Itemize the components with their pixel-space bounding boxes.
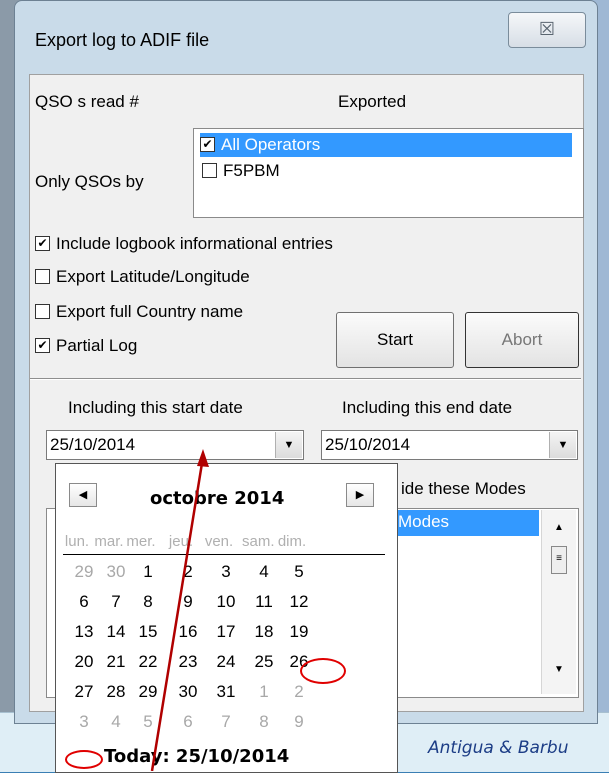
calendar-day[interactable]: 9 <box>173 592 203 612</box>
calendar-day[interactable]: 22 <box>133 652 163 672</box>
start-date-label: Including this start date <box>68 398 243 417</box>
checkbox[interactable] <box>35 269 50 285</box>
calendar-day[interactable]: 2 <box>173 562 203 582</box>
calendar-day[interactable]: 28 <box>101 682 131 702</box>
weekday-label: ven. <box>204 533 234 550</box>
calendar-day[interactable]: 8 <box>249 712 279 732</box>
calendar-day[interactable]: 10 <box>211 592 241 612</box>
operator-checkbox[interactable] <box>202 163 217 179</box>
calendar-day[interactable]: 17 <box>211 622 241 642</box>
end-date-value: 25/10/2014 <box>325 435 411 454</box>
calendar-day[interactable]: 1 <box>249 682 279 702</box>
chevron-down-icon[interactable]: ▼ <box>549 432 576 458</box>
scroll-up-icon[interactable]: ▲ <box>554 522 564 533</box>
dialog-title: Export log to ADIF file <box>35 30 210 50</box>
option-partial-log[interactable]: ✔ Partial Log <box>35 336 137 356</box>
calendar-day[interactable]: 7 <box>211 712 241 732</box>
chevron-down-icon[interactable]: ▼ <box>275 432 302 458</box>
checkbox[interactable]: ✔ <box>35 236 50 252</box>
next-month-button[interactable]: ▶ <box>346 483 374 507</box>
calendar-day[interactable]: 5 <box>284 562 314 582</box>
weekday-divider <box>63 554 385 555</box>
calendar-day[interactable]: 31 <box>211 682 241 702</box>
operators-list[interactable]: ✔ All Operators F5PBM <box>193 128 584 218</box>
option-label: Partial Log <box>56 336 138 355</box>
selected-day-marker <box>300 658 346 684</box>
close-button[interactable]: ☒ <box>508 12 586 48</box>
qso-read-label: QSO s read # <box>35 92 139 111</box>
calendar-day[interactable]: 1 <box>133 562 163 582</box>
calendar-day[interactable]: 18 <box>249 622 279 642</box>
checkbox[interactable]: ✔ <box>35 338 50 354</box>
calendar-day[interactable]: 5 <box>133 712 163 732</box>
abort-button[interactable]: Abort <box>465 312 579 368</box>
calendar-day[interactable]: 12 <box>284 592 314 612</box>
weekday-label: sam. <box>242 533 275 550</box>
calendar-day[interactable]: 13 <box>69 622 99 642</box>
today-marker <box>65 750 103 769</box>
modes-selected-label: Modes <box>398 512 450 531</box>
calendar-day[interactable]: 30 <box>101 562 131 582</box>
calendar-day[interactable]: 11 <box>249 592 279 612</box>
calendar-day[interactable]: 6 <box>173 712 203 732</box>
option-include-informational[interactable]: ✔ Include logbook informational entries <box>35 234 333 254</box>
modes-scrollbar[interactable]: ▲ ≡ ▼ <box>541 510 576 694</box>
prev-month-button[interactable]: ◀ <box>69 483 97 507</box>
option-export-country-name[interactable]: Export full Country name <box>35 302 243 322</box>
end-date-picker[interactable]: 25/10/2014 ▼ <box>321 430 578 460</box>
calendar-month-title: octobre 2014 <box>150 488 285 509</box>
calendar-day[interactable]: 29 <box>133 682 163 702</box>
weekday-label: jeu. <box>168 533 194 550</box>
calendar-day[interactable]: 24 <box>211 652 241 672</box>
weekday-label: lun. <box>64 533 90 550</box>
calendar-day[interactable]: 29 <box>69 562 99 582</box>
calendar-day[interactable]: 7 <box>101 592 131 612</box>
start-date-value: 25/10/2014 <box>50 435 136 454</box>
option-export-latlon[interactable]: Export Latitude/Longitude <box>35 267 250 287</box>
weekday-label: mer. <box>126 533 156 550</box>
modes-label: ide these Modes <box>401 479 526 498</box>
calendar-day[interactable]: 4 <box>101 712 131 732</box>
operator-label: F5PBM <box>223 161 280 180</box>
calendar-day[interactable]: 8 <box>133 592 163 612</box>
scroll-down-icon[interactable]: ▼ <box>554 664 564 675</box>
weekday-label: dim. <box>277 533 307 550</box>
calendar-day[interactable]: 9 <box>284 712 314 732</box>
background-country-text: Antigua & Barbu <box>428 738 569 758</box>
calendar-day[interactable]: 27 <box>69 682 99 702</box>
calendar-day[interactable]: 3 <box>211 562 241 582</box>
weekday-label: mar. <box>94 533 124 550</box>
calendar-day[interactable]: 15 <box>133 622 163 642</box>
today-link[interactable]: Today: 25/10/2014 <box>104 746 289 767</box>
calendar-day[interactable]: 4 <box>249 562 279 582</box>
calendar-day[interactable]: 21 <box>101 652 131 672</box>
checkbox[interactable] <box>35 304 50 320</box>
calendar-day[interactable]: 19 <box>284 622 314 642</box>
calendar-day[interactable]: 14 <box>101 622 131 642</box>
separator <box>30 378 581 380</box>
option-label: Export Latitude/Longitude <box>56 267 250 286</box>
calendar-day[interactable]: 3 <box>69 712 99 732</box>
calendar-day[interactable]: 23 <box>173 652 203 672</box>
operator-label: All Operators <box>221 135 321 154</box>
calendar-day[interactable]: 25 <box>249 652 279 672</box>
exported-label: Exported <box>338 92 407 111</box>
end-date-label: Including this end date <box>342 398 513 417</box>
scroll-thumb[interactable]: ≡ <box>551 546 567 574</box>
calendar-day[interactable]: 6 <box>69 592 99 612</box>
only-qsos-by-label: Only QSOs by <box>35 172 144 191</box>
operator-checkbox[interactable]: ✔ <box>200 137 215 153</box>
option-label: Include logbook informational entries <box>56 234 333 253</box>
calendar-day[interactable]: 2 <box>284 682 314 702</box>
start-button[interactable]: Start <box>336 312 454 368</box>
calendar-day[interactable]: 30 <box>173 682 203 702</box>
calendar-day[interactable]: 20 <box>69 652 99 672</box>
option-label: Export full Country name <box>56 302 244 321</box>
start-date-picker[interactable]: 25/10/2014 ▼ <box>46 430 304 460</box>
operator-item-all[interactable]: ✔ All Operators <box>200 133 572 157</box>
calendar-day[interactable]: 16 <box>173 622 203 642</box>
operator-item-f5pbm[interactable]: F5PBM <box>202 159 280 183</box>
